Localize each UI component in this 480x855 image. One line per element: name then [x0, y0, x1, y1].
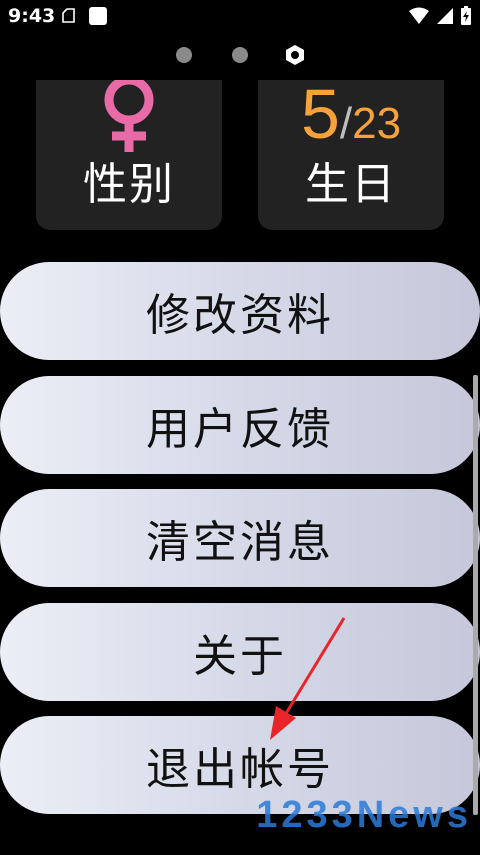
- birthday-card[interactable]: 5/23 生日: [258, 75, 444, 230]
- page-dot-1[interactable]: [176, 47, 192, 63]
- status-time: 9:43: [8, 5, 56, 27]
- feedback-button[interactable]: 用户反馈: [0, 376, 480, 474]
- battery-charging-icon: [460, 6, 472, 30]
- birthday-separator: /: [339, 99, 353, 148]
- edit-profile-button[interactable]: 修改资料: [0, 262, 480, 360]
- about-button[interactable]: 关于: [0, 603, 480, 701]
- page-dot-2[interactable]: [232, 47, 248, 63]
- page-dot-active-icon[interactable]: [284, 44, 306, 70]
- cell-signal-icon: [436, 7, 454, 29]
- gender-card[interactable]: 性别: [36, 75, 222, 230]
- birthday-label: 生日: [305, 159, 397, 210]
- page-indicator: [0, 44, 480, 66]
- female-symbol-icon: [96, 75, 162, 158]
- watermark: 1233News: [256, 794, 472, 836]
- birthday-month: 5: [300, 75, 340, 153]
- gender-label: 性别: [83, 159, 175, 210]
- wifi-icon: [408, 7, 430, 29]
- scrollbar[interactable]: [473, 375, 478, 815]
- app-square-icon: [88, 6, 108, 30]
- clear-messages-button[interactable]: 清空消息: [0, 489, 480, 587]
- status-bar: 9:43: [0, 0, 480, 34]
- birthday-value: 5/23: [258, 74, 444, 154]
- birthday-day: 23: [352, 99, 402, 148]
- notification-icon: [60, 7, 78, 29]
